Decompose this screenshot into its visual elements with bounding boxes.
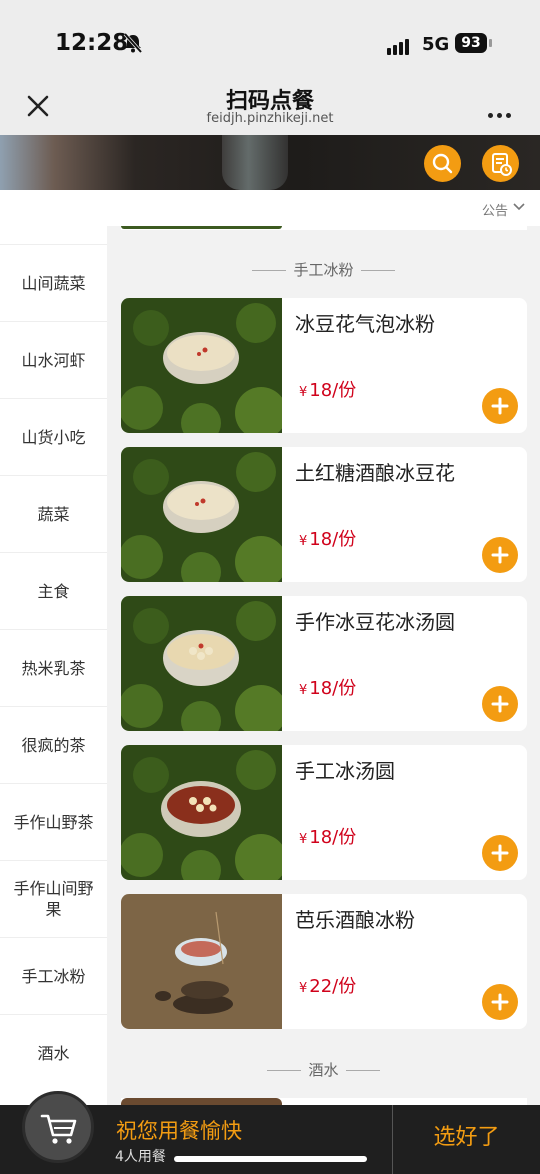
dish-name: 冰豆花气泡冰粉: [295, 312, 435, 336]
section-title: 酒水: [107, 1059, 540, 1080]
dish-image: [121, 447, 282, 582]
order-list-button[interactable]: [482, 145, 519, 182]
sidebar-item-zhushi[interactable]: 主食: [0, 552, 107, 629]
sidebar-item-label: 山货小吃: [21, 427, 86, 447]
sidebar-item-remi-rucha[interactable]: 热米乳茶: [0, 629, 107, 706]
cart-bar: 祝您用餐愉快 4人用餐 选好了: [0, 1091, 540, 1174]
greeting-text: 祝您用餐愉快: [116, 1119, 242, 1143]
battery-level: 93: [455, 33, 487, 53]
sidebar-item-label: 蔬菜: [37, 504, 70, 524]
notice-label: 公告: [482, 204, 509, 219]
section-title: 手工冰粉: [107, 259, 540, 280]
dish-price: ¥18/份: [299, 529, 357, 550]
sidebar-item-shucai[interactable]: 蔬菜: [0, 475, 107, 552]
dish-image: [121, 596, 282, 731]
signal-icon: [387, 36, 411, 55]
dish-price: ¥18/份: [299, 827, 357, 848]
sidebar-item-label: 山间蔬菜: [21, 273, 86, 293]
menu-item-card[interactable]: 手工冰汤圆 ¥18/份: [121, 745, 527, 880]
dish-image: [121, 298, 282, 433]
notice-bar[interactable]: 公告: [0, 190, 540, 226]
sidebar-item-shouzuo-shanye-cha[interactable]: 手作山野茶: [0, 783, 107, 860]
sidebar-item-label: 主食: [37, 581, 70, 601]
sidebar-item-shanjian-shucai[interactable]: 山间蔬菜: [0, 244, 107, 321]
menu-item-card[interactable]: 芭乐酒酿冰粉 ¥22/份: [121, 894, 527, 1029]
plus-icon[interactable]: [482, 388, 518, 424]
sidebar-item-label: 手作山野茶: [13, 812, 94, 832]
menu-list: 手工冰粉 冰豆花气泡冰粉 ¥18/份 土红糖酒酿冰豆花 ¥ 18/份 手作冰豆花…: [107, 226, 540, 1106]
dish-price: ¥18/份: [299, 380, 357, 401]
plus-icon[interactable]: [482, 686, 518, 722]
more-icon[interactable]: [488, 103, 516, 118]
dish-name: 手工冰汤圆: [295, 759, 395, 783]
sidebar-item-label: 热米乳茶: [21, 658, 86, 678]
sidebar-item-label: 山水河虾: [21, 350, 86, 370]
sidebar-item-label: 手工冰粉: [21, 966, 86, 986]
page-url: feidjh.pinzhikeji.net: [206, 111, 334, 126]
cart-button[interactable]: [22, 1091, 94, 1163]
category-sidebar: 山间蔬菜 山水河虾 山货小吃 蔬菜 主食 热米乳茶 很疯的茶 手作山野茶 手作山…: [0, 226, 107, 1106]
dish-image: [121, 894, 282, 1029]
sidebar-item-shougong-bingfen[interactable]: 手工冰粉: [0, 937, 107, 1014]
plus-icon[interactable]: [482, 835, 518, 871]
cart-icon: [40, 1114, 77, 1144]
sidebar-item-shouzuo-shanjian-yeguo[interactable]: 手作山间野果: [0, 860, 107, 937]
menu-item-card[interactable]: 冰豆花气泡冰粉 ¥18/份: [121, 298, 527, 433]
diner-count: 4人用餐: [115, 1149, 166, 1165]
home-indicator: [174, 1156, 367, 1162]
order-list-icon: [492, 153, 512, 176]
menu-item-card[interactable]: 土红糖酒酿冰豆花 ¥18/份: [121, 447, 527, 582]
sidebar-item-henfeng-cha[interactable]: 很疯的茶: [0, 706, 107, 783]
sidebar-item-label: 手作山间野果: [13, 879, 94, 919]
sidebar-item-label: 酒水: [37, 1043, 70, 1063]
bell-slash-icon: [123, 33, 143, 53]
sidebar-item-shanshui-hexia[interactable]: 山水河虾: [0, 321, 107, 398]
chevron-down-icon: [513, 203, 525, 211]
nav-bar: 扫码点餐 feidjh.pinzhikeji.net: [0, 70, 540, 135]
dish-price: ¥22/份: [299, 976, 357, 997]
sidebar-item-jiushui[interactable]: 酒水: [0, 1014, 107, 1091]
dish-name: 土红糖酒酿冰豆花: [295, 461, 455, 485]
dish-price: ¥18/份: [299, 678, 357, 699]
battery-tip: [489, 39, 492, 47]
sidebar-item-shanhuo-xiaochi[interactable]: 山货小吃: [0, 398, 107, 475]
network-type: 5G: [422, 34, 450, 55]
search-icon: [432, 153, 453, 174]
dish-name: 手作冰豆花冰汤圆: [295, 610, 455, 634]
search-button[interactable]: [424, 145, 461, 182]
status-time: 12:28: [55, 30, 129, 56]
sidebar-item-label: 很疯的茶: [21, 735, 86, 755]
list-item: [121, 226, 527, 230]
plus-icon[interactable]: [482, 984, 518, 1020]
dish-name: 芭乐酒酿冰粉: [295, 908, 415, 932]
menu-item-card[interactable]: 手作冰豆花冰汤圆 ¥18/份: [121, 596, 527, 731]
plus-icon[interactable]: [482, 537, 518, 573]
checkout-button[interactable]: 选好了: [393, 1105, 540, 1174]
dish-image: [121, 745, 282, 880]
banner-glass-image: [222, 135, 288, 190]
